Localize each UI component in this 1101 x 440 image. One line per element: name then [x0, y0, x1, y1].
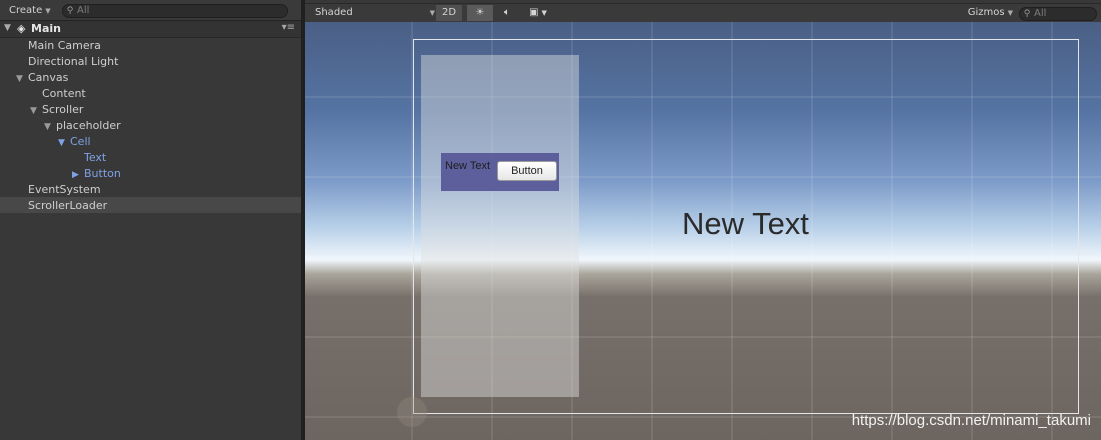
unity-logo-icon: ◈ [17, 22, 26, 35]
scene-search-placeholder: All [1034, 8, 1047, 19]
collapsed-arrow-icon[interactable]: ▶ [72, 167, 84, 183]
expand-arrow-icon[interactable]: ▼ [58, 135, 70, 151]
create-button-label: Create [9, 5, 43, 16]
object-gizmo[interactable] [397, 397, 427, 427]
hierarchy-search-input[interactable]: ⚲ All [62, 4, 288, 18]
image-icon: ▣ [529, 7, 539, 18]
chevron-down-icon: ▼ [541, 9, 547, 17]
watermark: https://blog.csdn.net/minami_takumi [851, 412, 1091, 429]
hierarchy-toolbar: Create ▼ ⚲ All [0, 0, 301, 21]
create-button[interactable]: Create ▼ [4, 4, 56, 18]
scroller-panel[interactable] [421, 55, 579, 397]
scene-view-panel: Shaded ▼ 2D ☀ 🔈︎ ▣ ▼ Gizmos ▼ ⚲ All New … [305, 0, 1101, 440]
hierarchy-item-directional-light[interactable]: Directional Light [28, 54, 118, 70]
cell-object[interactable]: New Text Button [441, 153, 559, 191]
cell-text: New Text [445, 160, 491, 172]
hierarchy-item-eventsystem[interactable]: EventSystem [28, 182, 101, 198]
2d-mode-toggle[interactable]: 2D [436, 5, 462, 21]
shading-mode-dropdown[interactable]: Shaded ▼ [305, 4, 441, 22]
hierarchy-item-text[interactable]: Text [84, 150, 106, 166]
hierarchy-item-scroller[interactable]: ▼ Scroller [30, 102, 83, 118]
scene-header-row[interactable]: ▼ ◈ Main ▾≡ [0, 21, 301, 38]
hierarchy-item-button[interactable]: ▶ Button [72, 166, 121, 182]
hierarchy-search-placeholder: All [77, 5, 90, 16]
hierarchy-item-canvas[interactable]: ▼ Canvas [16, 70, 68, 86]
hierarchy-panel: Create ▼ ⚲ All ▼ ◈ Main ▾≡ Main Camera Dir… [0, 0, 301, 440]
fold-arrow-icon[interactable]: ▼ [4, 23, 11, 33]
context-menu-icon[interactable]: ▾≡ [282, 22, 295, 33]
scene-audio-toggle[interactable]: 🔈︎ [496, 5, 518, 21]
hierarchy-item-placeholder[interactable]: ▼ placeholder [44, 118, 121, 134]
scene-effects-dropdown[interactable]: ▣ ▼ [524, 5, 552, 21]
speaker-icon: 🔈︎ [504, 7, 510, 18]
gizmos-dropdown[interactable]: Gizmos ▼ [968, 4, 1013, 22]
hierarchy-item-scrollerloader[interactable]: ScrollerLoader [28, 198, 107, 214]
search-icon: ⚲ [1023, 9, 1031, 19]
new-text-label[interactable]: New Text [682, 206, 809, 242]
cell-button[interactable]: Button [497, 161, 557, 181]
scene-viewport[interactable]: New Text Button New Text https://blog.cs… [305, 22, 1101, 440]
search-icon: ⚲ [66, 6, 74, 16]
chevron-down-icon: ▼ [1007, 9, 1013, 17]
scene-lighting-toggle[interactable]: ☀ [467, 5, 493, 21]
chevron-down-icon: ▼ [45, 7, 51, 15]
shading-mode-label: Shaded [315, 7, 353, 18]
scene-search-input[interactable]: ⚲ All [1019, 7, 1097, 21]
hierarchy-item-content[interactable]: Content [42, 86, 86, 102]
expand-arrow-icon[interactable]: ▼ [44, 119, 56, 135]
expand-arrow-icon[interactable]: ▼ [16, 71, 28, 87]
chevron-down-icon: ▼ [429, 9, 435, 17]
hierarchy-item-cell[interactable]: ▼ Cell [58, 134, 91, 150]
hierarchy-item-main-camera[interactable]: Main Camera [28, 38, 101, 54]
sun-icon: ☀ [475, 7, 485, 18]
expand-arrow-icon[interactable]: ▼ [30, 103, 42, 119]
gizmos-label: Gizmos [967, 7, 1005, 18]
scene-name: Main [31, 22, 61, 35]
scene-toolbar: Shaded ▼ 2D ☀ 🔈︎ ▣ ▼ Gizmos ▼ ⚲ All [305, 3, 1101, 23]
